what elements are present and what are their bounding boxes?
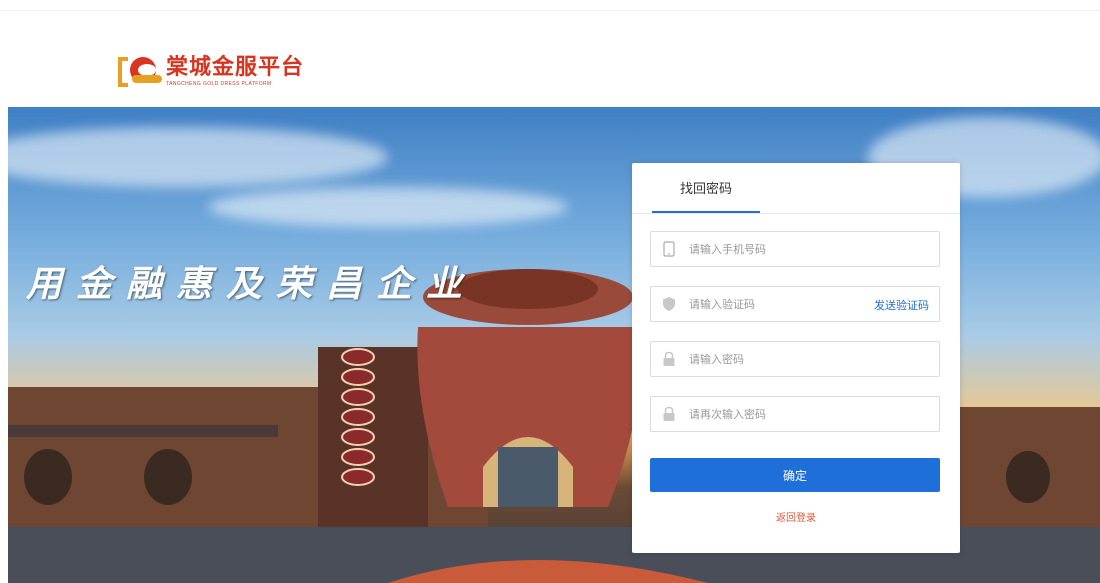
banner-slogan: 用金融惠及荣昌企业 bbox=[26, 263, 477, 305]
shield-icon bbox=[661, 296, 677, 312]
tab-divider bbox=[632, 213, 960, 214]
confirm-password-input[interactable] bbox=[689, 407, 879, 421]
send-code-button[interactable]: 发送验证码 bbox=[874, 297, 929, 313]
tab-reset-password[interactable]: 找回密码 bbox=[652, 163, 760, 213]
confirm-button[interactable]: 确定 bbox=[650, 458, 940, 492]
header-divider bbox=[0, 10, 1100, 11]
password-input[interactable] bbox=[689, 352, 879, 366]
phone-field[interactable] bbox=[650, 231, 940, 267]
brand-name-cn: 棠城金服平台 bbox=[166, 55, 305, 80]
logo-icon bbox=[118, 55, 162, 89]
reset-password-panel: 找回密码 发送验证码 确定 返回登录 bbox=[632, 163, 960, 553]
confirm-password-field[interactable] bbox=[650, 396, 940, 432]
brand-name-en: TANGCHENG GOLD DRESS PLATFORM bbox=[166, 81, 272, 87]
lock-icon bbox=[661, 406, 677, 422]
code-input[interactable] bbox=[689, 297, 879, 311]
logo-text: 棠城金服平台 TANGCHENG GOLD DRESS PLATFORM bbox=[166, 56, 304, 88]
phone-icon bbox=[661, 241, 677, 257]
phone-input[interactable] bbox=[689, 242, 879, 256]
password-field[interactable] bbox=[650, 341, 940, 377]
back-to-login-link[interactable]: 返回登录 bbox=[632, 509, 960, 524]
page-header: 棠城金服平台 TANGCHENG GOLD DRESS PLATFORM bbox=[0, 0, 1100, 107]
brand-logo[interactable]: 棠城金服平台 TANGCHENG GOLD DRESS PLATFORM bbox=[118, 55, 304, 89]
lock-icon bbox=[661, 351, 677, 367]
code-field[interactable]: 发送验证码 bbox=[650, 286, 940, 322]
